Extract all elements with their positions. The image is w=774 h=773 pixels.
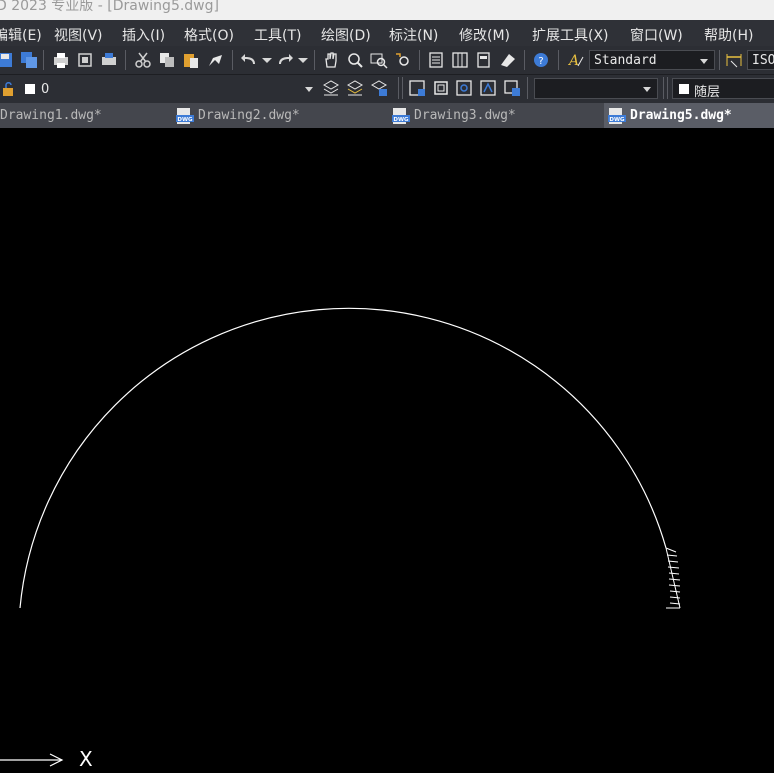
drawn-arc[interactable] — [19, 307, 667, 609]
menu-edit[interactable]: 编辑(E) — [0, 25, 42, 45]
undo-icon[interactable] — [240, 51, 258, 69]
layer-select[interactable]: 0 — [0, 78, 320, 99]
menu-insert[interactable]: 插入(I) — [122, 25, 165, 45]
color-select[interactable]: 随层 — [672, 78, 774, 100]
zoom-previous-icon[interactable] — [394, 51, 412, 69]
redo-icon[interactable] — [276, 51, 294, 69]
pan-hand-icon[interactable] — [322, 51, 340, 69]
dimension-style-select[interactable]: ISO — [747, 50, 774, 70]
tab-label: Drawing2.dwg* — [198, 108, 300, 123]
menu-view[interactable]: 视图(V) — [54, 25, 103, 45]
standard-toolbar: ? A Standard ISO — [0, 46, 774, 74]
match-properties-icon[interactable] — [206, 51, 224, 69]
external-reference-icon[interactable] — [503, 79, 521, 97]
tab-drawing2[interactable]: DWG Drawing2.dwg* — [172, 103, 386, 128]
tab-drawing1[interactable]: Drawing1.dwg* — [0, 103, 172, 128]
color-swatch — [679, 84, 689, 94]
make-current-layer-icon[interactable] — [346, 79, 364, 97]
menu-window[interactable]: 窗口(W) — [630, 25, 683, 45]
ucs-x-label: X — [79, 747, 93, 771]
menu-bar: 编辑(E) 视图(V) 插入(I) 格式(O) 工具(T) 绘图(D) 标注(N… — [0, 20, 774, 46]
ucs-icon — [0, 753, 64, 767]
text-style-icon[interactable]: A — [567, 51, 585, 69]
design-center-icon[interactable] — [451, 51, 469, 69]
zoom-window-icon[interactable] — [370, 51, 388, 69]
unlock-icon — [3, 82, 13, 96]
model-space — [0, 307, 681, 767]
copy-icon[interactable] — [158, 51, 176, 69]
dimension-style-icon[interactable] — [725, 51, 743, 69]
chevron-down-icon — [700, 59, 708, 64]
svg-text:DWG: DWG — [177, 117, 193, 123]
layer-properties-icon[interactable] — [322, 79, 340, 97]
dwg-file-icon: DWG — [392, 108, 410, 124]
save-all-icon[interactable] — [20, 51, 38, 69]
layers-toolbar: 0 随层 — [0, 74, 774, 103]
tab-label: Drawing5.dwg* — [630, 108, 732, 123]
tab-drawing3[interactable]: DWG Drawing3.dwg* — [388, 103, 602, 128]
help-icon[interactable]: ? — [532, 51, 550, 69]
menu-extensions[interactable]: 扩展工具(X) — [532, 25, 609, 45]
svg-text:A: A — [567, 53, 579, 69]
layer-name: 0 — [41, 82, 50, 97]
menu-format[interactable]: 格式(O) — [184, 25, 234, 45]
menu-modify[interactable]: 修改(M) — [459, 25, 510, 45]
dimension-style-value: ISO — [752, 53, 774, 68]
plot-preview-icon[interactable] — [76, 51, 94, 69]
menu-help[interactable]: 帮助(H) — [704, 25, 753, 45]
tab-label: Drawing1.dwg* — [0, 108, 102, 123]
insert-block-icon[interactable] — [455, 79, 473, 97]
document-tab-bar: Drawing1.dwg* DWG Drawing2.dwg* DWG Draw… — [0, 103, 774, 128]
tool-palettes-icon[interactable] — [475, 51, 493, 69]
hatch-ticks — [665, 547, 681, 609]
color-value: 随层 — [694, 85, 721, 100]
linetype-select[interactable] — [534, 78, 658, 99]
layer-color-swatch — [25, 84, 35, 94]
text-style-select[interactable]: Standard — [589, 50, 715, 70]
chevron-down-icon — [305, 87, 313, 92]
svg-text:DWG: DWG — [609, 117, 625, 123]
dwg-file-icon: DWG — [608, 108, 626, 124]
svg-text:DWG: DWG — [393, 117, 409, 123]
window-title-bar: D 2023 专业版 - [Drawing5.dwg] — [0, 0, 774, 20]
menu-dimension[interactable]: 标注(N) — [389, 25, 438, 45]
svg-text:?: ? — [538, 56, 543, 67]
publish-icon[interactable] — [100, 51, 118, 69]
tab-label: Drawing3.dwg* — [414, 108, 516, 123]
redo-dropdown-icon[interactable] — [294, 51, 312, 69]
menu-draw[interactable]: 绘图(D) — [321, 25, 371, 45]
properties-panel-icon[interactable] — [408, 79, 426, 97]
print-icon[interactable] — [52, 51, 70, 69]
properties-icon[interactable] — [427, 51, 445, 69]
paste-icon[interactable] — [182, 51, 200, 69]
block-icon[interactable] — [432, 79, 450, 97]
layer-previous-icon[interactable] — [370, 79, 388, 97]
zoom-realtime-icon[interactable] — [346, 51, 364, 69]
attribute-icon[interactable] — [479, 79, 497, 97]
tab-drawing5[interactable]: DWG Drawing5.dwg* — [604, 103, 774, 128]
chevron-down-icon — [643, 87, 651, 92]
save-icon[interactable] — [0, 51, 14, 69]
drawing-canvas[interactable]: X — [0, 128, 774, 773]
window-title: D 2023 专业版 - [Drawing5.dwg] — [0, 0, 219, 14]
undo-dropdown-icon[interactable] — [258, 51, 276, 69]
text-style-value: Standard — [594, 53, 657, 68]
markup-icon[interactable] — [499, 51, 517, 69]
cut-icon[interactable] — [134, 51, 152, 69]
menu-tools[interactable]: 工具(T) — [254, 25, 301, 45]
dwg-file-icon: DWG — [176, 108, 194, 124]
